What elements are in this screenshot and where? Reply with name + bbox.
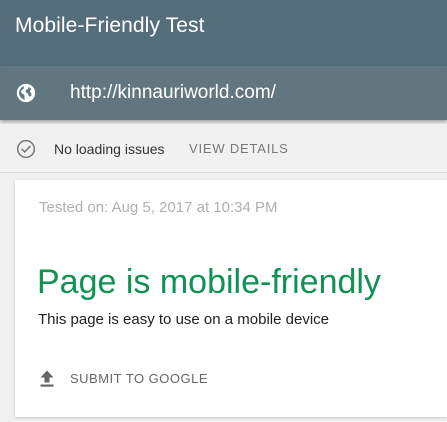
tested-on-timestamp: Tested on: Aug 5, 2017 at 10:34 PM (39, 199, 278, 216)
app-title: Mobile-Friendly Test (15, 14, 205, 37)
submit-to-google-label: SUBMIT TO GOOGLE (70, 371, 209, 386)
result-headline: Page is mobile-friendly (37, 263, 381, 301)
upload-icon (40, 370, 54, 387)
check-circle-icon (16, 139, 36, 159)
url-bar[interactable]: http://kinnauriworld.com/ (0, 66, 447, 120)
globe-icon (16, 83, 36, 103)
loading-status-text: No loading issues (54, 141, 165, 157)
view-details-button[interactable]: VIEW DETAILS (189, 139, 289, 159)
loading-status-row: No loading issues VIEW DETAILS (0, 124, 447, 173)
app-header: Mobile-Friendly Test http://kinnauriworl… (0, 0, 447, 120)
result-description: This page is easy to use on a mobile dev… (38, 311, 329, 328)
result-card: Tested on: Aug 5, 2017 at 10:34 PM Page … (15, 180, 447, 417)
url-text[interactable]: http://kinnauriworld.com/ (70, 78, 276, 108)
